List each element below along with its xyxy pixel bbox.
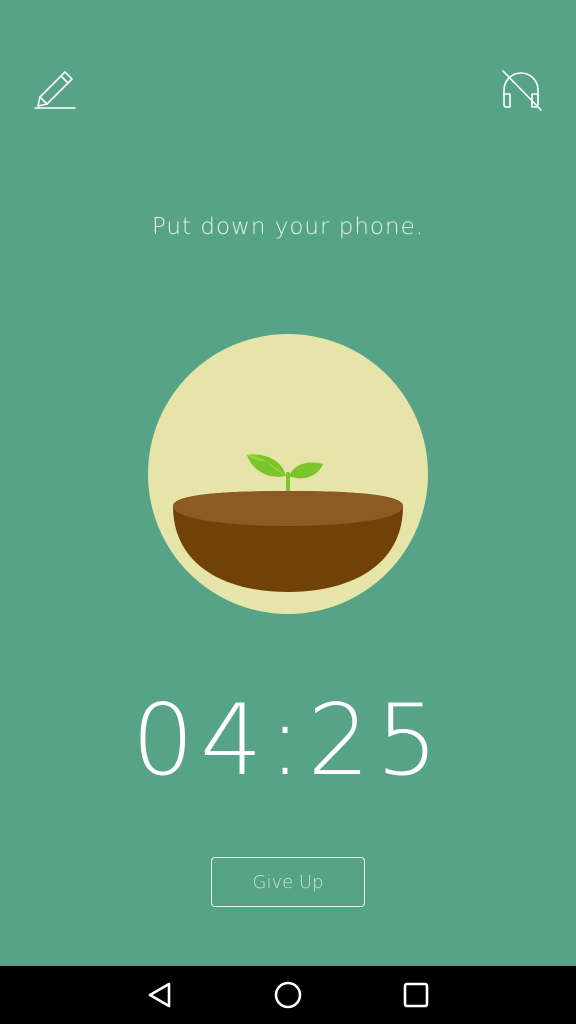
give-up-button[interactable]: Give Up [211, 857, 365, 907]
timer-seconds: 25 [307, 684, 445, 798]
focus-screen: Put down your phone. 04:25 Give Up [0, 0, 576, 966]
timer-separator: : [268, 684, 308, 798]
system-navigation-bar [0, 966, 576, 1024]
screen: Put down your phone. 04:25 Give Up [0, 0, 576, 1024]
sound-toggle-button[interactable] [497, 66, 545, 114]
circle-home-icon [274, 981, 302, 1009]
focus-message: Put down your phone. [151, 214, 425, 240]
square-recents-icon [403, 982, 429, 1008]
plant-illustration [148, 334, 428, 614]
countdown-timer: 04:25 [0, 684, 576, 798]
headphones-muted-icon [502, 70, 542, 111]
back-button[interactable] [144, 979, 176, 1011]
home-button[interactable] [272, 979, 304, 1011]
recents-button[interactable] [400, 979, 432, 1011]
pencil-icon [34, 71, 76, 109]
edit-button[interactable] [30, 66, 78, 114]
triangle-back-icon [148, 982, 171, 1008]
timer-minutes: 04 [131, 684, 269, 798]
